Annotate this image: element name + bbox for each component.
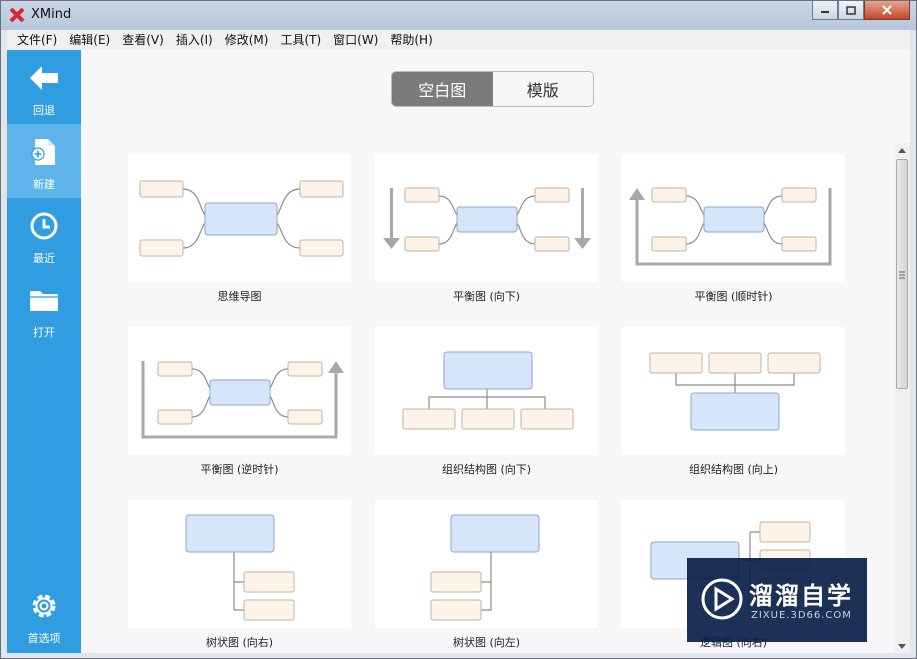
sidebar: 回退 新建 最近 打开 首选项 — [7, 50, 81, 653]
template-label: 平衡图 (向下) — [452, 290, 521, 303]
gear-icon — [32, 594, 56, 618]
grip-icon — [899, 271, 905, 279]
template-card-org-up[interactable] — [622, 327, 845, 455]
template-card-balance-counterclockwise[interactable] — [128, 327, 351, 455]
menu-help[interactable]: 帮助(H) — [384, 30, 438, 50]
menu-view[interactable]: 查看(V) — [116, 30, 170, 50]
scroll-down-button[interactable] — [894, 639, 910, 653]
template-card-tree-left[interactable] — [375, 500, 598, 628]
menu-tools[interactable]: 工具(T) — [274, 30, 327, 50]
chevron-down-icon — [898, 643, 906, 649]
template-label: 平衡图 (顺时针) — [694, 290, 773, 303]
play-logo-icon — [701, 578, 743, 620]
template-label: 思维导图 — [217, 290, 262, 303]
menu-window[interactable]: 窗口(W) — [327, 30, 384, 50]
menu-file[interactable]: 文件(F) — [11, 30, 63, 50]
balance-clockwise-preview — [629, 187, 832, 266]
template-label: 组织结构图 (向下) — [441, 463, 532, 476]
template-type-toggle: 空白图 模版 — [391, 71, 594, 107]
template-label: 组织结构图 (向上) — [688, 463, 779, 476]
menu-modify[interactable]: 修改(M) — [219, 30, 275, 50]
new-file-icon — [31, 139, 55, 165]
template-card-balance-down[interactable] — [375, 154, 598, 282]
minimize-icon — [821, 11, 829, 13]
vertical-scrollbar[interactable] — [894, 143, 910, 653]
folder-icon — [30, 291, 58, 311]
maximize-button[interactable] — [838, 1, 864, 20]
sidebar-item-preferences[interactable]: 首选项 — [7, 578, 81, 652]
sidebar-item-label: 打开 — [33, 326, 55, 339]
minimize-button[interactable] — [812, 1, 838, 20]
menu-edit[interactable]: 编辑(E) — [63, 30, 116, 50]
menu-bar: 文件(F) 编辑(E) 查看(V) 插入(I) 修改(M) 工具(T) 窗口(W… — [7, 30, 910, 50]
template-card-org-down[interactable] — [375, 327, 598, 455]
watermark: 溜溜自学 ZIXUE.3D66.COM — [687, 558, 867, 642]
sidebar-item-recent[interactable]: 最近 — [7, 198, 81, 272]
template-label: 树状图 (向左) — [452, 636, 521, 649]
tree-right-preview — [185, 514, 295, 621]
tab-blank[interactable]: 空白图 — [392, 72, 493, 106]
watermark-title: 溜溜自学 — [749, 582, 853, 610]
tree-left-preview — [430, 514, 540, 621]
sidebar-item-back[interactable]: 回退 — [7, 50, 81, 124]
title-bar[interactable]: XMind — [1, 1, 916, 30]
xmind-logo-icon — [9, 7, 25, 23]
watermark-subtitle: ZIXUE.3D66.COM — [751, 610, 852, 621]
template-card-balance-clockwise[interactable] — [622, 154, 845, 282]
template-label: 树状图 (向右) — [205, 636, 274, 649]
back-arrow-icon — [30, 66, 58, 90]
sidebar-item-label: 新建 — [33, 178, 55, 191]
sidebar-item-open[interactable]: 打开 — [7, 272, 81, 346]
maximize-icon — [846, 5, 856, 15]
scroll-thumb[interactable] — [896, 159, 908, 389]
close-icon — [882, 5, 892, 15]
sidebar-item-label: 回退 — [33, 104, 55, 117]
template-label: 平衡图 (逆时针) — [200, 463, 279, 476]
clock-icon — [30, 212, 58, 240]
scroll-up-button[interactable] — [894, 143, 910, 157]
balance-down-preview — [383, 187, 591, 252]
sidebar-item-label: 首选项 — [27, 632, 61, 645]
mindmap-preview — [139, 180, 344, 257]
tab-templates[interactable]: 模版 — [493, 72, 594, 106]
template-card-tree-right[interactable] — [128, 500, 351, 628]
balance-counterclockwise-preview — [141, 361, 344, 439]
chevron-up-icon — [898, 147, 906, 153]
template-card-mindmap[interactable] — [128, 154, 351, 282]
org-up-preview — [649, 352, 821, 431]
sidebar-item-label: 最近 — [33, 252, 55, 265]
main-content: 回退 新建 最近 打开 首选项 空白图 模版 思维导图 平衡图 (向下) 平衡图… — [7, 50, 910, 653]
app-window: XMind 文件(F) 编辑(E) 查看(V) 插入(I) 修改(M) 工具(T… — [0, 0, 917, 659]
org-down-preview — [402, 351, 574, 430]
close-button[interactable] — [864, 1, 910, 20]
window-title: XMind — [31, 7, 72, 22]
window-controls — [812, 1, 910, 21]
menu-insert[interactable]: 插入(I) — [170, 30, 219, 50]
sidebar-item-new[interactable]: 新建 — [7, 124, 81, 198]
